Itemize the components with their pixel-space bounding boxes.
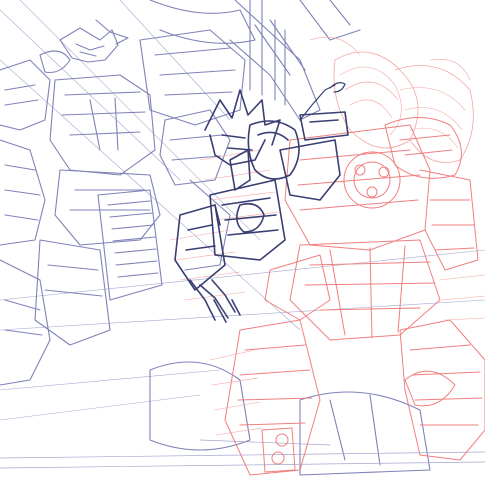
background-mech bbox=[0, 0, 485, 476]
pink-sketch-mech bbox=[169, 36, 485, 476]
sketch-canvas bbox=[0, 0, 485, 484]
sketch-artwork bbox=[0, 0, 485, 476]
foreground-lineart bbox=[174, 82, 349, 323]
